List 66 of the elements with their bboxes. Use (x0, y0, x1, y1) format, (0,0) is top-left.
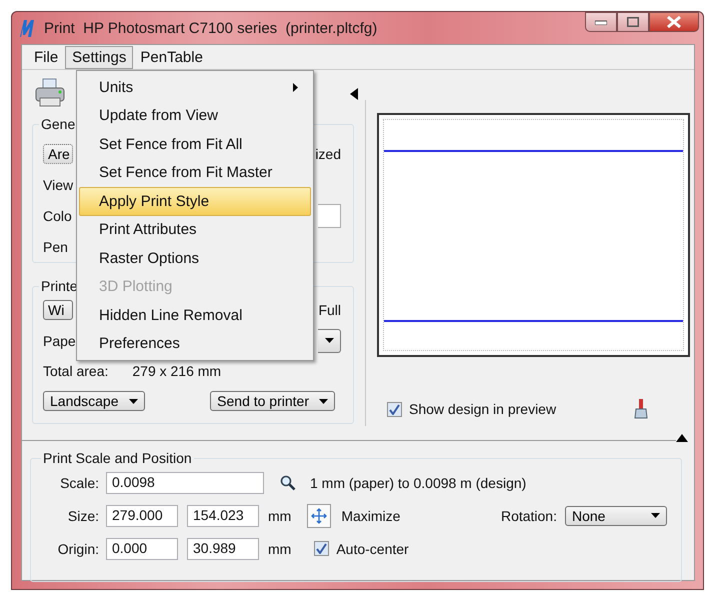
close-button[interactable] (649, 12, 699, 32)
dropdown-arrow-icon (651, 513, 660, 518)
scale-ratio-text: 1 mm (paper) to 0.0098 m (design) (310, 474, 526, 490)
origin-y-field[interactable]: 30.989 (187, 538, 259, 560)
menu-item[interactable]: Print Attributes (79, 216, 311, 244)
pen-label: Pen (43, 238, 69, 254)
total-area-value: 279 x 216 mm (132, 363, 222, 379)
total-area-label: Total area: (43, 363, 108, 379)
collapse-left-icon[interactable] (350, 88, 358, 100)
printer-icon[interactable] (34, 78, 66, 108)
menu-item[interactable]: Hidden Line Removal (79, 301, 311, 330)
checkmark-icon (316, 543, 328, 554)
rotation-label: Rotation: (500, 508, 557, 524)
group-title: Print Scale and Position (42, 450, 193, 466)
auto-center-checkbox[interactable]: Auto-center (314, 540, 409, 556)
unit-label: mm (268, 508, 292, 524)
menu-item: 3D Plotting (98, 277, 174, 298)
checkmark-icon (389, 404, 400, 414)
destination-dropdown[interactable]: Send to printer (210, 391, 335, 411)
minimize-icon (595, 19, 607, 25)
dropdown-arrow-icon (324, 338, 334, 343)
search-icon[interactable] (280, 474, 296, 490)
minimize-button[interactable] (585, 12, 617, 32)
window-title: Print HP Photosmart C7100 series (printer.pltcfg) (44, 20, 378, 36)
color-label: Colo (43, 208, 73, 224)
size-label: Size: (66, 508, 99, 524)
option-label: ized (315, 146, 341, 162)
view-label: View (43, 176, 73, 192)
maximize-button[interactable] (617, 12, 649, 32)
maximize-icon (627, 17, 639, 27)
menu-item[interactable]: Units (79, 73, 311, 102)
area-button[interactable]: Are (43, 144, 73, 164)
menu-item[interactable]: Raster Options (79, 244, 311, 272)
menu-item[interactable]: Set Fence from Fit All (79, 130, 311, 158)
menu-item[interactable]: Update from View (79, 102, 311, 130)
origin-x-field[interactable]: 0.000 (106, 538, 178, 560)
maximize-label: Maximize (341, 508, 400, 524)
brush-icon[interactable] (634, 399, 648, 419)
scale-label: Scale: (59, 474, 99, 490)
close-icon (667, 16, 681, 28)
orientation-dropdown[interactable]: Landscape (43, 391, 145, 411)
unit-label: mm (268, 540, 292, 556)
dropdown-arrow-icon (319, 398, 328, 404)
option-label: Full (318, 302, 341, 318)
menu-bar-item[interactable]: PenTable (133, 46, 210, 68)
rotation-dropdown[interactable]: None (565, 506, 667, 526)
dropdown-arrow-icon (128, 398, 138, 404)
paper-label: Pape (43, 332, 73, 348)
collapse-up-icon[interactable] (676, 434, 688, 442)
maximize-icon[interactable] (307, 504, 332, 528)
origin-label: Origin: (56, 540, 99, 556)
scale-field[interactable]: 0.0098 (106, 472, 264, 494)
group-title: Gene (40, 116, 76, 132)
show-design-checkbox[interactable]: Show design in preview (387, 401, 556, 417)
paper-dropdown[interactable] (318, 328, 341, 352)
window-button[interactable]: Wi (43, 300, 73, 320)
group-title: Printe (40, 278, 79, 294)
menu-item[interactable]: Preferences (79, 330, 311, 358)
submenu-arrow-icon (293, 82, 298, 92)
menu-bar-item[interactable]: Settings (65, 46, 134, 68)
menu-bar-item[interactable]: File (27, 46, 66, 68)
menu-item[interactable]: Set Fence from Fit Master (79, 158, 311, 187)
width-field[interactable]: 279.000 (106, 504, 178, 526)
color-field[interactable] (318, 204, 341, 228)
height-field[interactable]: 154.023 (187, 504, 259, 526)
menu-item[interactable]: Apply Print Style (79, 187, 311, 216)
